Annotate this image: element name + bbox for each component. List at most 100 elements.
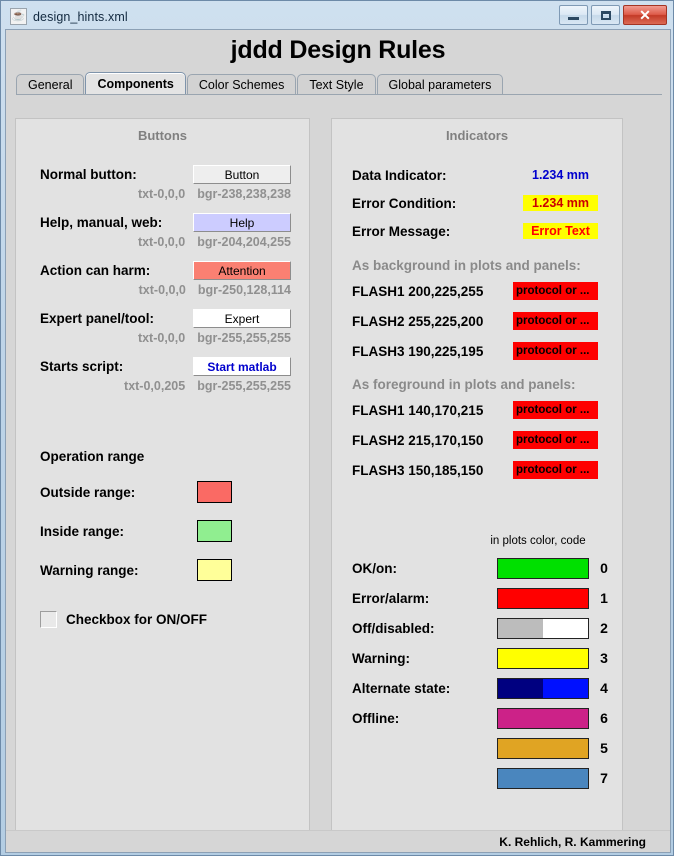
code-row-offline: Offline: 6 [332, 703, 622, 733]
code-label-warning: Warning: [352, 650, 410, 666]
background-row-flash3: FLASH3 190,225,195 protocol or ... [332, 342, 622, 360]
code-swatch-offline [497, 707, 589, 729]
error-condition-value: 1.234 mm [523, 195, 598, 211]
outside-range-swatch [197, 481, 232, 503]
code-swatch-off [497, 617, 589, 639]
button-demo-row: Normal button: Button [16, 165, 309, 184]
error-condition-label: Error Condition: [352, 195, 457, 211]
foreground-row-flash3: FLASH3 150,185,150 protocol or ... [332, 461, 622, 479]
code-label-ok: OK/on: [352, 560, 397, 576]
code-row-five: 5 [332, 733, 622, 763]
attention-demo-button[interactable]: Attention [193, 261, 291, 280]
start-matlab-demo-button[interactable]: Start matlab [193, 357, 291, 376]
inside-range-label: Inside range: [40, 523, 125, 539]
window-title: design_hints.xml [33, 9, 128, 24]
tab-text-style[interactable]: Text Style [297, 74, 376, 95]
code-number-offline: 6 [600, 710, 608, 726]
flash3-bg-sample: protocol or ... [513, 342, 598, 360]
panels-container: Buttons Normal button: Button txt-0,0,0 … [15, 118, 663, 844]
tab-components[interactable]: Components [85, 72, 186, 95]
flash1-bg-sample: protocol or ... [513, 282, 598, 300]
attention-button-label: Action can harm: [40, 263, 151, 278]
range-row-inside: Inside range: [16, 520, 309, 542]
normal-button-label: Normal button: [40, 167, 137, 182]
code-number-error: 1 [600, 590, 608, 606]
button-spec-row: txt-0,0,0 bgr-250,128,114 [16, 280, 309, 297]
expert-demo-button[interactable]: Expert [193, 309, 291, 328]
code-row-warning: Warning: 3 [332, 643, 622, 673]
tab-global-parameters[interactable]: Global parameters [376, 74, 504, 95]
code-row-ok: OK/on: 0 [332, 553, 622, 583]
help-bgr-spec: bgr-204,204,255 [197, 235, 291, 249]
error-message-value: Error Text [523, 223, 598, 239]
code-row-seven: 7 [332, 763, 622, 793]
help-txt-spec: txt-0,0,0 [137, 235, 186, 249]
page-title: jddd Design Rules [230, 36, 446, 64]
background-row-flash2: FLASH2 255,225,200 protocol or ... [332, 312, 622, 330]
client-area: jddd Design Rules General Components Col… [5, 29, 671, 853]
warning-range-label: Warning range: [40, 562, 139, 578]
tab-underline [16, 94, 662, 95]
flash2-fg-sample: protocol or ... [513, 431, 598, 449]
data-indicator-value: 1.234 mm [532, 168, 589, 182]
code-label-alternate: Alternate state: [352, 680, 451, 696]
close-button[interactable]: ✕ [623, 5, 667, 25]
indicator-row-error-message: Error Message: Error Text [332, 223, 622, 239]
authors-label: K. Rehlich, R. Kammering [499, 834, 646, 849]
flash1-fg-label: FLASH1 140,170,215 [352, 402, 484, 418]
buttons-panel-title: Buttons [137, 128, 188, 143]
code-row-alternate: Alternate state: 4 [332, 673, 622, 703]
tab-general[interactable]: General [16, 74, 85, 95]
code-label-error: Error/alarm: [352, 590, 430, 606]
code-number-seven: 7 [600, 770, 608, 786]
buttons-panel: Buttons Normal button: Button txt-0,0,0 … [15, 118, 310, 844]
code-swatch-five [497, 737, 589, 759]
help-demo-button[interactable]: Help [193, 213, 291, 232]
onoff-checkbox-row[interactable]: Checkbox for ON/OFF [16, 611, 309, 628]
button-demo-row: Action can harm: Attention [16, 261, 309, 280]
script-bgr-spec: bgr-255,255,255 [197, 379, 291, 393]
normal-bgr-spec: bgr-238,238,238 [197, 187, 291, 201]
indicators-panel: Indicators Data Indicator: 1.234 mm Erro… [331, 118, 623, 844]
expert-button-label: Expert panel/tool: [40, 311, 155, 326]
flash3-bg-label: FLASH3 190,225,195 [352, 343, 484, 359]
foreground-row-flash2: FLASH2 215,170,150 protocol or ... [332, 431, 622, 449]
code-swatch-seven [497, 767, 589, 789]
button-demo-row: Help, manual, web: Help [16, 213, 309, 232]
flash3-fg-label: FLASH3 150,185,150 [352, 462, 484, 478]
code-number-five: 5 [600, 740, 608, 756]
script-txt-spec: txt-0,0,205 [124, 379, 186, 393]
warning-range-swatch [197, 559, 232, 581]
indicator-row-data: Data Indicator: 1.234 mm [332, 167, 622, 183]
code-swatch-error [497, 587, 589, 609]
onoff-checkbox-label: Checkbox for ON/OFF [66, 612, 208, 627]
button-spec-row: txt-0,0,0 bgr-255,255,255 [16, 328, 309, 345]
window-buttons: ✕ [559, 5, 667, 25]
foreground-row-flash1: FLASH1 140,170,215 protocol or ... [332, 401, 622, 419]
code-swatch-alternate [497, 677, 589, 699]
title-bar: ☕ design_hints.xml ✕ [5, 4, 669, 29]
expert-txt-spec: txt-0,0,0 [137, 331, 186, 345]
operation-range-title: Operation range [40, 449, 145, 464]
error-message-label: Error Message: [352, 223, 451, 239]
foreground-section-header: As foreground in plots and panels: [352, 377, 576, 392]
maximize-button[interactable] [591, 5, 620, 25]
attention-txt-spec: txt-0,0,0 [138, 283, 186, 297]
maximize-icon [600, 10, 611, 20]
help-button-label: Help, manual, web: [40, 215, 163, 230]
button-spec-row: txt-0,0,0 bgr-238,238,238 [16, 184, 309, 201]
minimize-button[interactable] [559, 5, 588, 25]
code-table-header: in plots color, code [490, 535, 586, 547]
indicator-row-error-condition: Error Condition: 1.234 mm [332, 195, 622, 211]
code-number-off: 2 [600, 620, 608, 636]
normal-txt-spec: txt-0,0,0 [137, 187, 186, 201]
java-coffee-icon: ☕ [10, 8, 27, 25]
code-row-off: Off/disabled: 2 [332, 613, 622, 643]
tab-color-schemes[interactable]: Color Schemes [186, 74, 297, 95]
flash2-fg-label: FLASH2 215,170,150 [352, 432, 484, 448]
onoff-checkbox[interactable] [40, 611, 57, 628]
expert-bgr-spec: bgr-255,255,255 [197, 331, 291, 345]
button-spec-row: txt-0,0,205 bgr-255,255,255 [16, 376, 309, 393]
minimize-icon [568, 16, 579, 20]
normal-demo-button[interactable]: Button [193, 165, 291, 184]
